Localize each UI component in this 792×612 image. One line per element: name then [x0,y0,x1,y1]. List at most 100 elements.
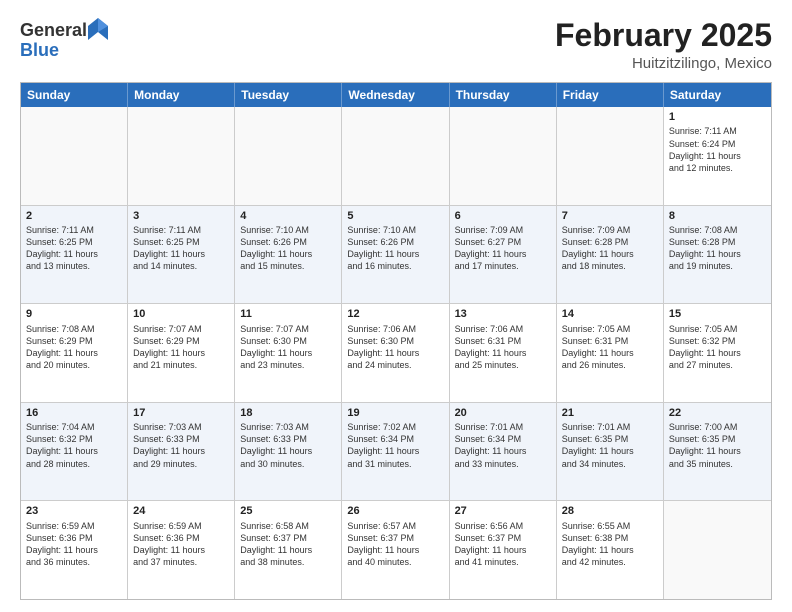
day-number: 24 [133,504,229,518]
day-cell-22: 22Sunrise: 7:00 AM Sunset: 6:35 PM Dayli… [664,403,771,501]
day-cell-1: 1Sunrise: 7:11 AM Sunset: 6:24 PM Daylig… [664,107,771,205]
day-cell-3: 3Sunrise: 7:11 AM Sunset: 6:25 PM Daylig… [128,206,235,304]
cell-info: Sunrise: 7:05 AM Sunset: 6:31 PM Dayligh… [562,323,658,372]
calendar-row-2: 9Sunrise: 7:08 AM Sunset: 6:29 PM Daylig… [21,303,771,402]
empty-cell [128,107,235,205]
cell-info: Sunrise: 6:55 AM Sunset: 6:38 PM Dayligh… [562,520,658,569]
header-day-thursday: Thursday [450,83,557,107]
cell-info: Sunrise: 7:07 AM Sunset: 6:30 PM Dayligh… [240,323,336,372]
day-cell-27: 27 Sunrise: 6:56 AM Sunset: 6:37 PM Dayli… [450,501,557,599]
day-cell-12: 12 Sunrise: 7:06 AM Sunset: 6:30 PM Dayli… [342,304,449,402]
calendar-row-4: 23 Sunrise: 6:59 AM Sunset: 6:36 PM Dayli… [21,500,771,599]
day-number: 13 [455,307,551,321]
calendar-header: SundayMondayTuesdayWednesdayThursdayFrid… [21,83,771,107]
calendar-row-0: 1Sunrise: 7:11 AM Sunset: 6:24 PM Daylig… [21,107,771,205]
title-block: February 2025 Huitzitzilingo, Mexico [555,18,772,72]
empty-cell [342,107,449,205]
day-number: 5 [347,209,443,223]
day-number: 26 [347,504,443,518]
logo: General Blue [20,18,108,61]
cell-info: Sunrise: 7:10 AM Sunset: 6:26 PM Dayligh… [347,224,443,273]
cell-info: Sunrise: 7:02 AM Sunset: 6:34 PM Dayligh… [347,421,443,470]
day-cell-14: 14Sunrise: 7:05 AM Sunset: 6:31 PM Dayli… [557,304,664,402]
day-number: 10 [133,307,229,321]
day-cell-16: 16Sunrise: 7:04 AM Sunset: 6:32 PM Dayli… [21,403,128,501]
cell-info: Sunrise: 6:59 AM Sunset: 6:36 PM Dayligh… [133,520,229,569]
location: Huitzitzilingo, Mexico [555,55,772,72]
day-cell-9: 9Sunrise: 7:08 AM Sunset: 6:29 PM Daylig… [21,304,128,402]
empty-cell [557,107,664,205]
day-number: 19 [347,406,443,420]
header-day-wednesday: Wednesday [342,83,449,107]
day-cell-24: 24 Sunrise: 6:59 AM Sunset: 6:36 PM Dayli… [128,501,235,599]
day-cell-28: 28 Sunrise: 6:55 AM Sunset: 6:38 PM Dayli… [557,501,664,599]
day-number: 6 [455,209,551,223]
logo-general: General [20,20,87,41]
day-number: 1 [669,110,766,124]
day-cell-26: 26 Sunrise: 6:57 AM Sunset: 6:37 PM Dayli… [342,501,449,599]
day-number: 27 [455,504,551,518]
cell-info: Sunrise: 7:04 AM Sunset: 6:32 PM Dayligh… [26,421,122,470]
cell-info: Sunrise: 6:59 AM Sunset: 6:36 PM Dayligh… [26,520,122,569]
day-cell-19: 19Sunrise: 7:02 AM Sunset: 6:34 PM Dayli… [342,403,449,501]
cell-info: Sunrise: 7:01 AM Sunset: 6:35 PM Dayligh… [562,421,658,470]
cell-info: Sunrise: 7:01 AM Sunset: 6:34 PM Dayligh… [455,421,551,470]
day-cell-21: 21Sunrise: 7:01 AM Sunset: 6:35 PM Dayli… [557,403,664,501]
empty-cell [21,107,128,205]
day-cell-5: 5Sunrise: 7:10 AM Sunset: 6:26 PM Daylig… [342,206,449,304]
header-day-monday: Monday [128,83,235,107]
calendar: SundayMondayTuesdayWednesdayThursdayFrid… [20,82,772,600]
calendar-row-3: 16Sunrise: 7:04 AM Sunset: 6:32 PM Dayli… [21,402,771,501]
day-cell-13: 13Sunrise: 7:06 AM Sunset: 6:31 PM Dayli… [450,304,557,402]
day-cell-2: 2Sunrise: 7:11 AM Sunset: 6:25 PM Daylig… [21,206,128,304]
cell-info: Sunrise: 7:07 AM Sunset: 6:29 PM Dayligh… [133,323,229,372]
cell-info: Sunrise: 7:03 AM Sunset: 6:33 PM Dayligh… [240,421,336,470]
day-cell-10: 10 Sunrise: 7:07 AM Sunset: 6:29 PM Dayli… [128,304,235,402]
empty-cell [235,107,342,205]
day-number: 21 [562,406,658,420]
day-cell-25: 25Sunrise: 6:58 AM Sunset: 6:37 PM Dayli… [235,501,342,599]
day-cell-7: 7Sunrise: 7:09 AM Sunset: 6:28 PM Daylig… [557,206,664,304]
cell-info: Sunrise: 6:56 AM Sunset: 6:37 PM Dayligh… [455,520,551,569]
day-number: 18 [240,406,336,420]
cell-info: Sunrise: 7:09 AM Sunset: 6:28 PM Dayligh… [562,224,658,273]
cell-info: Sunrise: 7:03 AM Sunset: 6:33 PM Dayligh… [133,421,229,470]
header-day-tuesday: Tuesday [235,83,342,107]
cell-info: Sunrise: 6:57 AM Sunset: 6:37 PM Dayligh… [347,520,443,569]
month-title: February 2025 [555,18,772,53]
day-number: 3 [133,209,229,223]
day-number: 25 [240,504,336,518]
cell-info: Sunrise: 7:06 AM Sunset: 6:30 PM Dayligh… [347,323,443,372]
day-cell-6: 6Sunrise: 7:09 AM Sunset: 6:27 PM Daylig… [450,206,557,304]
day-number: 28 [562,504,658,518]
cell-info: Sunrise: 7:09 AM Sunset: 6:27 PM Dayligh… [455,224,551,273]
header-day-friday: Friday [557,83,664,107]
page: General Blue February 2025 Huitzitziling… [0,0,792,612]
cell-info: Sunrise: 7:05 AM Sunset: 6:32 PM Dayligh… [669,323,766,372]
day-cell-20: 20Sunrise: 7:01 AM Sunset: 6:34 PM Dayli… [450,403,557,501]
cell-info: Sunrise: 7:08 AM Sunset: 6:28 PM Dayligh… [669,224,766,273]
header: General Blue February 2025 Huitzitziling… [20,18,772,72]
day-number: 17 [133,406,229,420]
day-number: 23 [26,504,122,518]
empty-cell [664,501,771,599]
day-number: 12 [347,307,443,321]
cell-info: Sunrise: 7:11 AM Sunset: 6:24 PM Dayligh… [669,125,766,174]
empty-cell [450,107,557,205]
logo-icon [88,18,108,40]
cell-info: Sunrise: 7:11 AM Sunset: 6:25 PM Dayligh… [26,224,122,273]
day-cell-18: 18Sunrise: 7:03 AM Sunset: 6:33 PM Dayli… [235,403,342,501]
day-number: 9 [26,307,122,321]
day-number: 7 [562,209,658,223]
day-number: 15 [669,307,766,321]
header-day-saturday: Saturday [664,83,771,107]
header-day-sunday: Sunday [21,83,128,107]
day-number: 16 [26,406,122,420]
day-cell-23: 23 Sunrise: 6:59 AM Sunset: 6:36 PM Dayli… [21,501,128,599]
calendar-row-1: 2Sunrise: 7:11 AM Sunset: 6:25 PM Daylig… [21,205,771,304]
day-number: 22 [669,406,766,420]
cell-info: Sunrise: 7:11 AM Sunset: 6:25 PM Dayligh… [133,224,229,273]
logo-blue: Blue [20,40,108,61]
day-cell-4: 4Sunrise: 7:10 AM Sunset: 6:26 PM Daylig… [235,206,342,304]
cell-info: Sunrise: 7:10 AM Sunset: 6:26 PM Dayligh… [240,224,336,273]
